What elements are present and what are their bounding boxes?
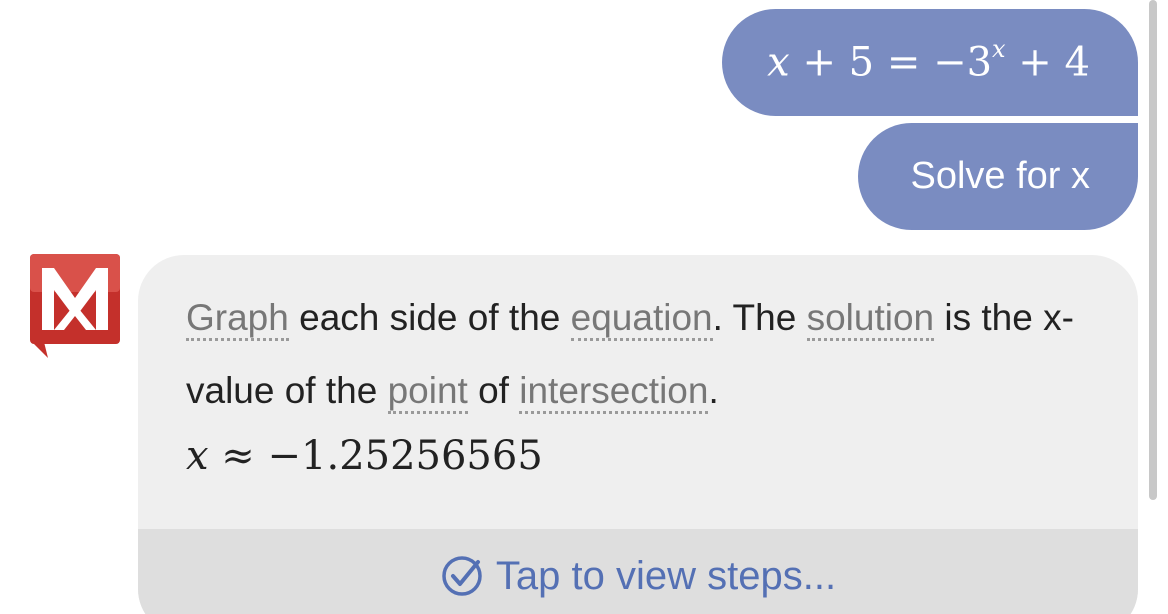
answer-explanation: Graph each side of the equation. The sol… [186,281,1116,427]
answer-text-segment: . [708,370,719,411]
term-link-graph[interactable]: Graph [186,297,289,341]
term-link-solution[interactable]: solution [806,297,935,341]
answer-card: Graph each side of the equation. The sol… [138,255,1138,614]
result-value: x ≈ −1.25256565 [186,433,543,479]
view-steps-label: Tap to view steps... [495,553,837,598]
user-command-bubble: Solve for x [858,123,1138,230]
user-equation-bubble: x + 5 = −3x + 4 [722,9,1138,116]
mathway-logo-icon [30,254,120,358]
view-steps-button[interactable]: Tap to view steps... [138,529,1138,614]
answer-text-segment: of [467,370,520,411]
term-link-point[interactable]: point [387,370,468,414]
term-link-equation[interactable]: equation [570,297,713,341]
equation-text: x + 5 = −3x + 4 [767,35,1090,86]
answer-text-segment: each side of the [288,297,571,338]
chat-view: x + 5 = −3x + 4 Solve for x Graph each s… [0,0,1168,614]
check-circle-icon [442,556,482,596]
answer-text-segment: . The [712,297,807,338]
scrollbar[interactable] [1149,0,1157,500]
term-link-intersection[interactable]: intersection [519,370,709,414]
command-text: Solve for x [910,155,1090,197]
